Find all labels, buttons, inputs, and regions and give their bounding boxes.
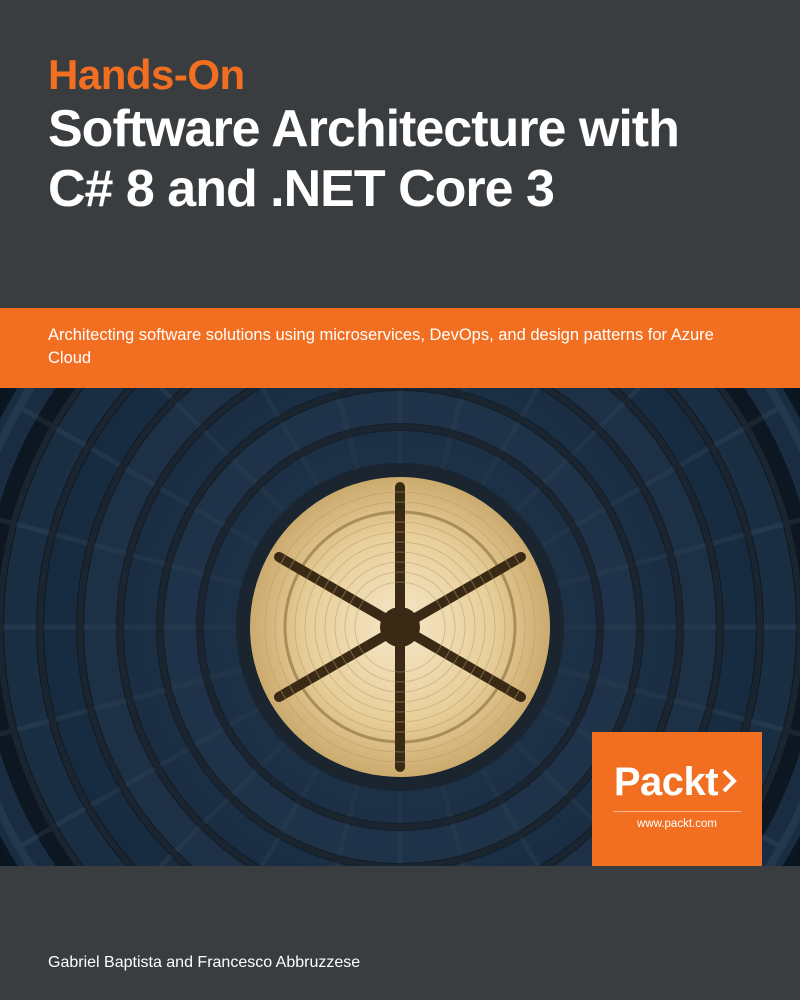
title-prefix: Hands-On — [48, 52, 752, 98]
subtitle-band: Architecting software solutions using mi… — [0, 308, 800, 388]
subtitle-text: Architecting software solutions using mi… — [48, 324, 752, 370]
chevron-right-icon — [720, 760, 740, 805]
publisher-name-text: Packt — [614, 760, 718, 805]
title-main: Software Architecture with C# 8 and .NET… — [48, 100, 752, 220]
book-cover: Hands-On Software Architecture with C# 8… — [0, 0, 800, 1000]
publisher-logo: Packt — [614, 760, 740, 805]
publisher-badge: Packt www.packt.com — [592, 732, 762, 866]
authors-text: Gabriel Baptista and Francesco Abbruzzes… — [48, 954, 752, 972]
publisher-url: www.packt.com — [613, 811, 741, 830]
cover-image: Packt www.packt.com — [0, 388, 800, 866]
title-block: Hands-On Software Architecture with C# 8… — [0, 0, 800, 220]
footer: Gabriel Baptista and Francesco Abbruzzes… — [0, 932, 800, 1000]
